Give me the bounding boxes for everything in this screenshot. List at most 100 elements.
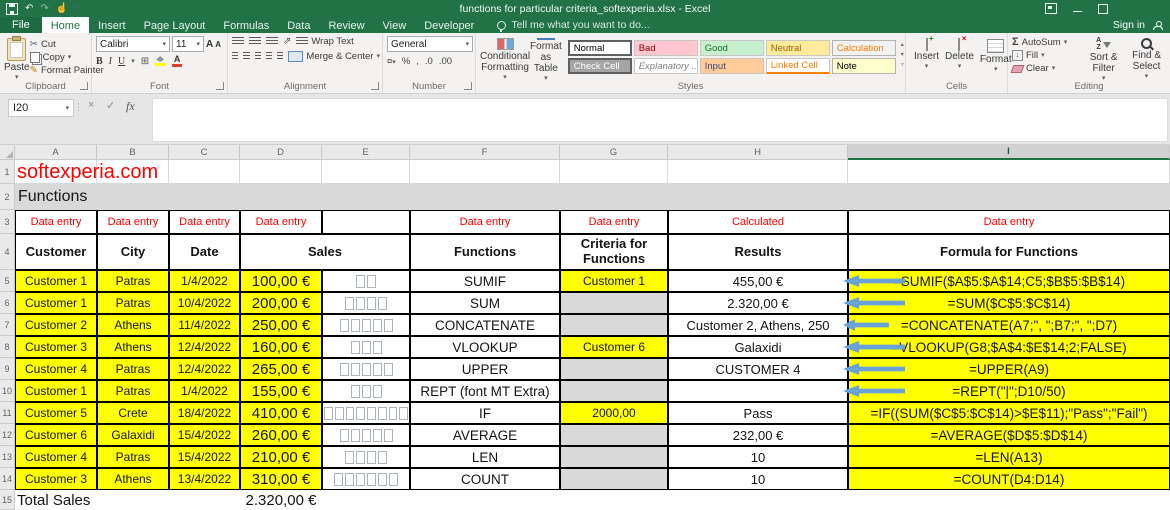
increase-decimal-icon[interactable]: .0	[425, 56, 433, 67]
cell-A8[interactable]: Customer 3	[15, 336, 97, 358]
row-header-13[interactable]: 13	[0, 446, 15, 468]
alignment-dialog-launcher-icon[interactable]	[371, 82, 379, 90]
column-header-H[interactable]: H	[668, 145, 848, 160]
cell-G3[interactable]: Data entry	[560, 210, 668, 234]
cell-C8[interactable]: 12/4/2022	[169, 336, 240, 358]
cell-C10[interactable]: 1/4/2022	[169, 380, 240, 402]
top-align-icon[interactable]	[232, 37, 244, 46]
cell-C14[interactable]: 13/4/2022	[169, 468, 240, 490]
tab-file[interactable]: File	[0, 17, 42, 33]
cell-G11[interactable]: 2000,00	[560, 402, 668, 424]
autosum-button[interactable]: Σ AutoSum ▾	[1012, 36, 1082, 48]
save-icon[interactable]	[6, 2, 18, 15]
cell-style-calculation[interactable]: Calculation	[831, 40, 896, 56]
cell-C12[interactable]: 15/4/2022	[169, 424, 240, 446]
cell-I1[interactable]	[848, 160, 1170, 184]
cell-E14[interactable]	[322, 468, 410, 490]
cell-B12[interactable]: Galaxidi	[97, 424, 169, 446]
insert-function-icon[interactable]: fx	[126, 99, 135, 114]
gallery-scroll-down-icon[interactable]: ▾	[901, 51, 904, 58]
cell-style-checkcell[interactable]: Check Cell	[567, 58, 632, 74]
cell-I14[interactable]: =COUNT(D4:D14)	[848, 468, 1170, 490]
cell-D9[interactable]: 265,00 €	[240, 358, 322, 380]
row-header-9[interactable]: 9	[0, 358, 15, 380]
minimize-icon[interactable]	[1073, 11, 1082, 12]
row-header-8[interactable]: 8	[0, 336, 15, 358]
number-format-select[interactable]: General ▾	[387, 36, 473, 52]
paste-button[interactable]: Paste ▾	[4, 36, 30, 81]
sign-in-link[interactable]: Sign in	[1113, 19, 1145, 31]
conditional-formatting-button[interactable]: Conditional Formatting ▾	[480, 36, 530, 81]
cell-G8[interactable]: Customer 6	[560, 336, 668, 358]
decrease-font-size-icon[interactable]: A	[215, 40, 221, 49]
cell-A5[interactable]: Customer 1	[15, 270, 97, 292]
cell-C11[interactable]: 18/4/2022	[169, 402, 240, 424]
cell-D13[interactable]: 210,00 €	[240, 446, 322, 468]
cell-B3[interactable]: Data entry	[97, 210, 169, 234]
cell-B10[interactable]: Patras	[97, 380, 169, 402]
row-header-12[interactable]: 12	[0, 424, 15, 446]
tab-home[interactable]: Home	[41, 17, 90, 33]
sort-filter-button[interactable]: Sort & Filter ▾	[1082, 36, 1125, 82]
cell-H10[interactable]	[668, 380, 848, 402]
cell-D5[interactable]: 100,00 €	[240, 270, 322, 292]
percent-style-icon[interactable]: %	[402, 56, 410, 67]
cell-I13[interactable]: =LEN(A13)	[848, 446, 1170, 468]
row-header-5[interactable]: 5	[0, 270, 15, 292]
underline-button[interactable]: U	[118, 56, 125, 67]
cell-I4[interactable]: Formula for Functions	[848, 234, 1170, 270]
cell-D14[interactable]: 310,00 €	[240, 468, 322, 490]
cell-style-normal[interactable]: Normal	[567, 40, 632, 56]
cell-I12[interactable]: =AVERAGE($D$5:$D$14)	[848, 424, 1170, 446]
cell-A3[interactable]: Data entry	[15, 210, 97, 234]
cell-D15-total-value[interactable]: 2.320,00 €	[240, 490, 322, 510]
tab-insert[interactable]: Insert	[89, 17, 135, 33]
increase-indent-icon[interactable]	[277, 52, 284, 61]
cell-G13[interactable]	[560, 446, 668, 468]
gallery-scroll-up-icon[interactable]: ▴	[901, 41, 904, 48]
bottom-align-icon[interactable]	[266, 37, 278, 46]
cell-B9[interactable]: Patras	[97, 358, 169, 380]
cell-D4-sales-merged[interactable]: Sales	[240, 234, 410, 270]
tab-developer[interactable]: Developer	[415, 17, 483, 33]
cell-D7[interactable]: 250,00 €	[240, 314, 322, 336]
cell-E9[interactable]	[322, 358, 410, 380]
cell-F6[interactable]: SUM	[410, 292, 560, 314]
column-header-G[interactable]: G	[560, 145, 668, 160]
cell-D6[interactable]: 200,00 €	[240, 292, 322, 314]
cell-A15-total-label[interactable]: Total Sales	[17, 490, 237, 510]
cell-style-input[interactable]: Input	[699, 58, 764, 74]
cell-B13[interactable]: Patras	[97, 446, 169, 468]
cell-F14[interactable]: COUNT	[410, 468, 560, 490]
tab-formulas[interactable]: Formulas	[214, 17, 278, 33]
cell-D8[interactable]: 160,00 €	[240, 336, 322, 358]
cell-E1[interactable]	[322, 160, 410, 184]
formula-input[interactable]	[152, 98, 1168, 142]
cell-H13[interactable]: 10	[668, 446, 848, 468]
cell-B7[interactable]: Athens	[97, 314, 169, 336]
cell-F8[interactable]: VLOOKUP	[410, 336, 560, 358]
cell-G7[interactable]	[560, 314, 668, 336]
redo-icon[interactable]: ↷	[40, 3, 48, 14]
tab-data[interactable]: Data	[278, 17, 319, 33]
clear-button[interactable]: Clear ▾	[1010, 63, 1082, 74]
insert-cells-button[interactable]: + Insert ▾	[914, 34, 939, 81]
cell-D1[interactable]	[240, 160, 322, 184]
cell-A6[interactable]: Customer 1	[15, 292, 97, 314]
cell-A2-section-title[interactable]: Functions	[15, 184, 1170, 210]
cell-G4[interactable]: Criteria for Functions	[560, 234, 668, 270]
row-header-6[interactable]: 6	[0, 292, 15, 314]
cancel-icon[interactable]: ×	[88, 99, 94, 111]
cell-style-explanatory[interactable]: Explanatory ...	[633, 58, 698, 74]
cell-H6[interactable]: 2.320,00 €	[668, 292, 848, 314]
cell-D11[interactable]: 410,00 €	[240, 402, 322, 424]
format-cells-button[interactable]: Format ▾	[980, 36, 1012, 81]
cell-H8[interactable]: Galaxidi	[668, 336, 848, 358]
cell-A4[interactable]: Customer	[15, 234, 97, 270]
cell-F12[interactable]: AVERAGE	[410, 424, 560, 446]
cell-F7[interactable]: CONCATENATE	[410, 314, 560, 336]
customize-qat-icon[interactable]: ▾	[75, 3, 79, 14]
cell-H5[interactable]: 455,00 €	[668, 270, 848, 292]
cell-G5[interactable]: Customer 1	[560, 270, 668, 292]
cell-style-linkedcell[interactable]: Linked Cell	[765, 58, 830, 74]
